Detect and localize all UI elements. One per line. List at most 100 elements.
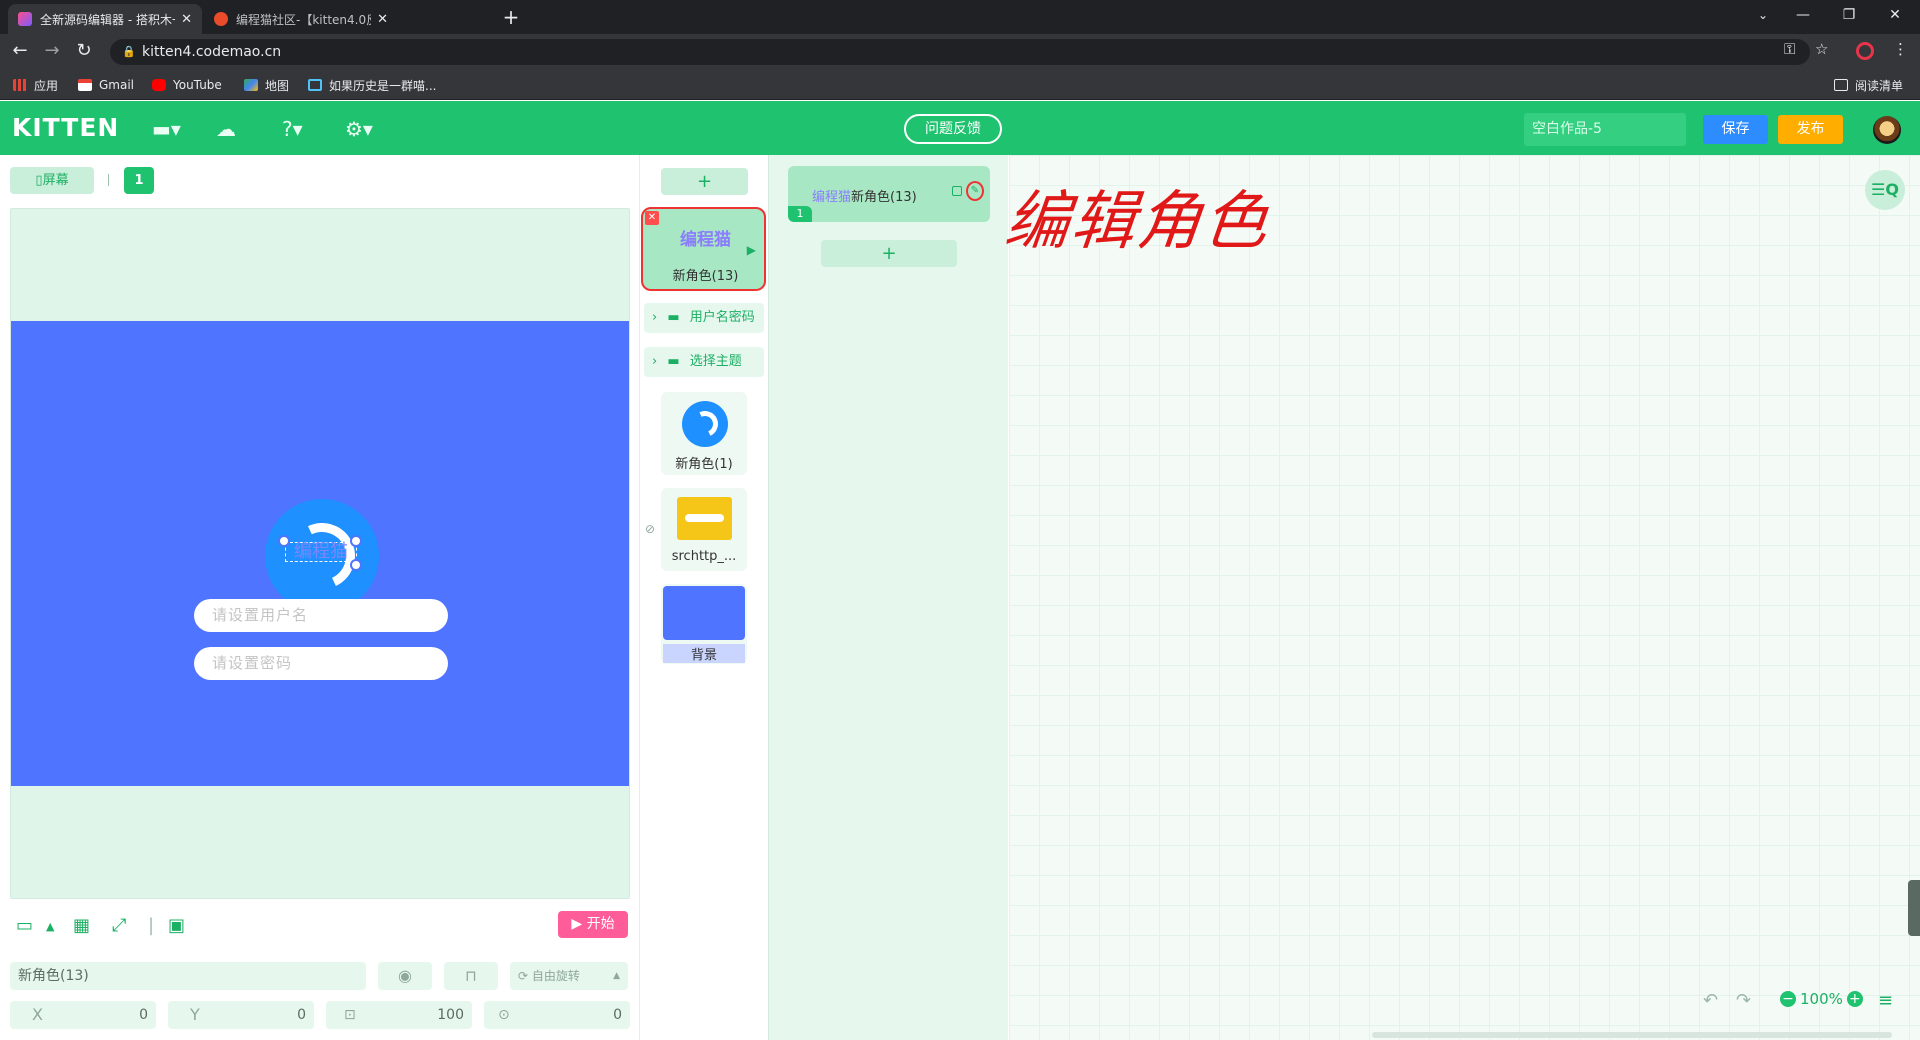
- menu-icon[interactable]: ⋮: [1893, 40, 1908, 58]
- screen-icon: ▯: [35, 173, 43, 188]
- folder-select-theme[interactable]: › ▬ 选择主题: [644, 347, 764, 377]
- stage-canvas[interactable]: 编程猫 请设置用户名 请设置密码: [10, 208, 630, 899]
- codemao-favicon-icon: [214, 12, 228, 26]
- kitten-logo: KITTEN: [12, 113, 120, 142]
- zoom-out-icon[interactable]: −: [1780, 991, 1796, 1007]
- delete-sprite-icon[interactable]: ✕: [645, 211, 659, 225]
- edit-icon[interactable]: ✎: [966, 181, 984, 201]
- resize-handle[interactable]: [350, 535, 362, 547]
- folder-menu-icon[interactable]: ▬▾: [152, 117, 182, 141]
- forward-icon[interactable]: →: [40, 40, 64, 64]
- selected-text-sprite[interactable]: 编程猫: [285, 542, 357, 562]
- zoom-level: 100%: [1800, 990, 1843, 1008]
- reading-list-icon: [1834, 79, 1848, 91]
- size-field[interactable]: ⊡ 100: [326, 1001, 472, 1029]
- hidden-eye-icon[interactable]: ⊘: [645, 522, 655, 536]
- save-button[interactable]: 保存: [1703, 115, 1768, 144]
- url-input[interactable]: 🔒 kitten4.codemao.cn: [110, 39, 1810, 65]
- tab-kitten-editor[interactable]: 全新源码编辑器 - 搭积木一样有趣 ✕: [8, 4, 202, 34]
- close-window-button[interactable]: ✕: [1872, 0, 1918, 30]
- key-icon[interactable]: ⚿: [1784, 40, 1795, 58]
- reading-list-label: 阅读清单: [1855, 78, 1904, 93]
- close-tab-icon[interactable]: ✕: [377, 12, 388, 27]
- chevron-right-icon[interactable]: ▶: [747, 243, 756, 257]
- background-thumbnail: [663, 586, 745, 640]
- horizontal-scrollbar[interactable]: [1372, 1032, 1892, 1038]
- bookmark-gmail[interactable]: Gmail: [78, 76, 134, 94]
- bookmark-history-cats[interactable]: 如果历史是一群喵...: [308, 76, 436, 94]
- folder-label: 选择主题: [689, 354, 742, 369]
- y-field[interactable]: Y 0: [168, 1001, 314, 1029]
- sprite-card[interactable]: srchttp_...: [661, 488, 747, 571]
- back-icon[interactable]: ←: [8, 40, 32, 64]
- screen-number-badge[interactable]: 1: [124, 167, 154, 194]
- sprite-name: 新角色(1): [675, 457, 733, 472]
- direction-value: 0: [613, 1007, 622, 1023]
- block-search-icon[interactable]: ☰Q: [1865, 170, 1905, 210]
- background-card[interactable]: 背景: [661, 584, 747, 664]
- bookmark-maps[interactable]: 地图: [244, 76, 289, 94]
- new-tab-button[interactable]: +: [498, 5, 524, 31]
- sprite-name: srchttp_...: [671, 549, 737, 564]
- profile-icon[interactable]: [1856, 42, 1874, 60]
- sprite-name: 背景: [663, 644, 745, 663]
- undo-icon[interactable]: ↶: [1703, 990, 1718, 1011]
- redo-icon[interactable]: ↷: [1736, 990, 1751, 1011]
- start-button[interactable]: ▶ 开始: [558, 911, 628, 938]
- sprite-card[interactable]: 新角色(1): [661, 392, 747, 475]
- stage-size-icon[interactable]: ▭: [16, 915, 33, 936]
- sprite-card-selected[interactable]: ✕ 编程猫 ▶ 新角色(13): [641, 207, 766, 291]
- rotation-select[interactable]: ⟳ 自由旋转 ▲: [510, 962, 628, 990]
- bookmark-apps[interactable]: 应用: [13, 76, 58, 94]
- cloud-icon[interactable]: ☁: [216, 117, 246, 141]
- reload-icon[interactable]: ↻: [72, 40, 96, 64]
- publish-button[interactable]: 发布: [1778, 115, 1843, 144]
- play-screen-icon[interactable]: ▣: [168, 915, 185, 936]
- user-avatar[interactable]: [1873, 116, 1901, 144]
- settings-gear-icon[interactable]: ⚙▾: [345, 117, 375, 141]
- restore-button[interactable]: ❐: [1826, 0, 1872, 30]
- url-text: kitten4.codemao.cn: [142, 44, 282, 60]
- resize-handle[interactable]: [278, 535, 290, 547]
- password-input[interactable]: 请设置密码: [194, 647, 448, 680]
- visibility-toggle[interactable]: ◉: [378, 962, 432, 990]
- maps-icon: [244, 79, 258, 91]
- help-icon[interactable]: ?▾: [282, 117, 312, 141]
- size-value: 100: [437, 1007, 464, 1023]
- grid-icon[interactable]: ▦: [73, 915, 90, 936]
- fullscreen-icon[interactable]: ⤢: [112, 915, 126, 936]
- minimize-button[interactable]: —: [1780, 0, 1826, 30]
- reading-list[interactable]: 阅读清单: [1834, 76, 1903, 94]
- resize-handle[interactable]: [350, 559, 362, 571]
- tab-codemao-community[interactable]: 编程猫社区-【kitten4.0反馈】遇到 ✕: [204, 4, 398, 34]
- screen-button[interactable]: ▯屏幕: [10, 167, 94, 194]
- feedback-button[interactable]: 问题反馈: [904, 114, 1002, 144]
- direction-field[interactable]: ⊙ 0: [484, 1001, 630, 1029]
- add-actor-button[interactable]: +: [821, 240, 957, 267]
- bookmark-youtube[interactable]: YouTube: [152, 76, 222, 94]
- rotation-value: 自由旋转: [531, 969, 580, 983]
- actor-card[interactable]: 编程猫新角色(13) ✎ 1: [788, 166, 990, 222]
- code-workspace[interactable]: [1009, 155, 1920, 1040]
- chevron-right-icon: ›: [652, 310, 658, 325]
- lock-toggle[interactable]: ⊓: [444, 962, 498, 990]
- side-panel-handle[interactable]: [1908, 880, 1920, 936]
- bilibili-icon: [308, 79, 322, 91]
- x-field[interactable]: X 0: [10, 1001, 156, 1029]
- sprite-name-field[interactable]: 新角色(13): [10, 962, 366, 990]
- project-name-input[interactable]: 空白作品-5: [1524, 113, 1686, 146]
- folder-icon: ▬: [667, 310, 680, 325]
- handwritten-annotation: 编辑角色: [1001, 185, 1274, 259]
- bookmark-star-icon[interactable]: ☆: [1815, 40, 1828, 58]
- username-input[interactable]: 请设置用户名: [194, 599, 448, 632]
- play-icon: ▶: [571, 916, 587, 932]
- sprite-name: 新角色(13): [672, 269, 739, 284]
- chevron-up-icon[interactable]: ▲: [46, 920, 54, 933]
- add-sprite-button[interactable]: +: [661, 168, 748, 195]
- folder-username-password[interactable]: › ▬ 用户名密码: [644, 303, 764, 333]
- close-tab-icon[interactable]: ✕: [181, 12, 192, 27]
- zoom-in-icon[interactable]: +: [1846, 991, 1863, 1007]
- organize-blocks-icon[interactable]: ≡: [1878, 990, 1893, 1011]
- lock-icon: 🔒: [122, 45, 136, 58]
- copy-icon[interactable]: [952, 186, 962, 196]
